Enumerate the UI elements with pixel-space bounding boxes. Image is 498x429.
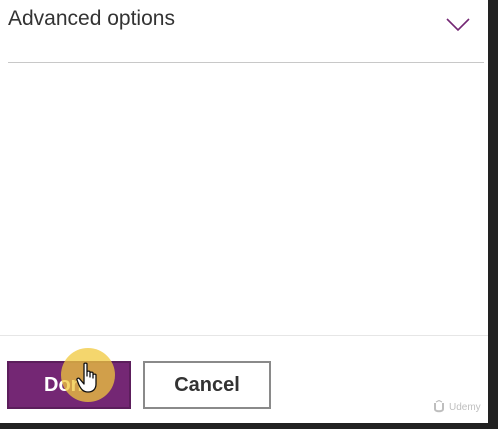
window-edge-right <box>488 0 498 429</box>
done-button-label: Done <box>44 373 94 396</box>
cancel-button-label: Cancel <box>174 373 240 396</box>
properties-panel: Advanced options <box>0 0 488 423</box>
section-divider <box>8 62 484 63</box>
advanced-options-header[interactable]: Advanced options <box>0 0 488 64</box>
advanced-options-title: Advanced options <box>8 7 175 30</box>
udemy-watermark-text: Udemy <box>449 401 481 413</box>
udemy-logo-icon <box>434 400 444 413</box>
udemy-watermark: Udemy <box>432 397 481 417</box>
chevron-down-icon[interactable] <box>444 14 472 34</box>
done-button[interactable]: Done <box>7 361 131 409</box>
window-edge-bottom <box>0 423 498 429</box>
cancel-button[interactable]: Cancel <box>143 361 271 409</box>
